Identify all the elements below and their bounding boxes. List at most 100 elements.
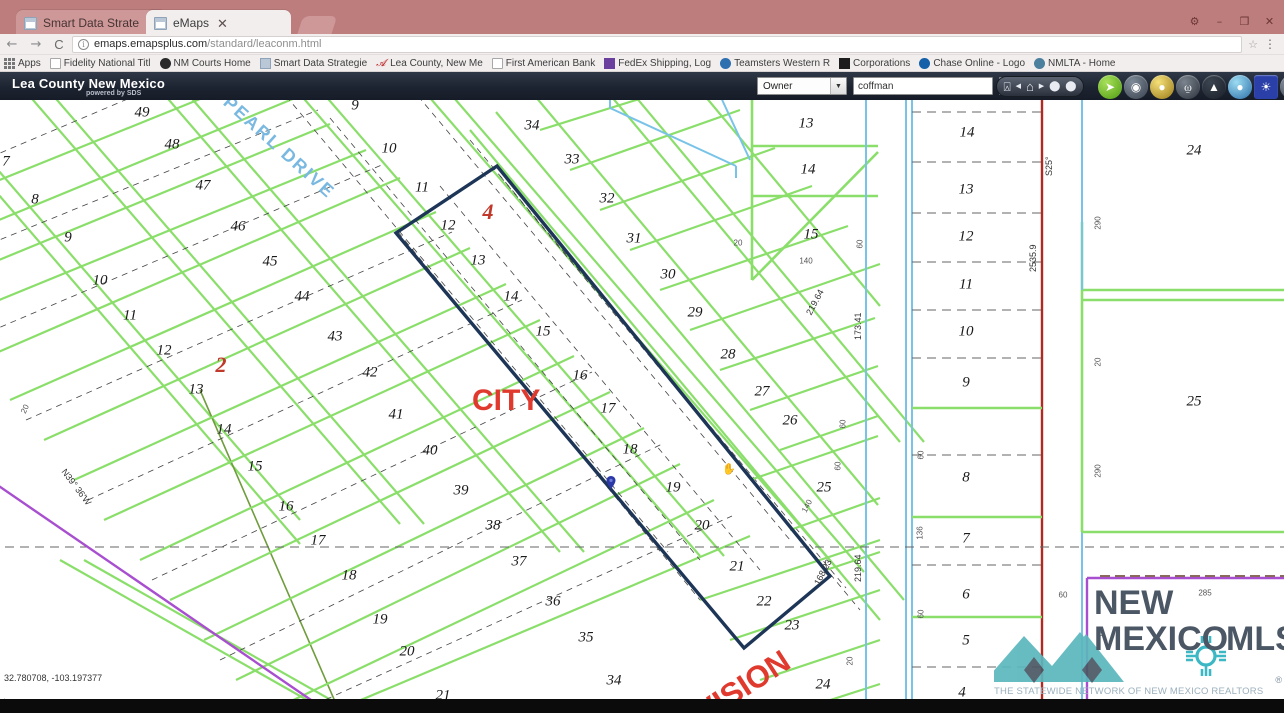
watermark-mexico: MEXICO	[1094, 620, 1229, 658]
lot-number: 9	[64, 229, 72, 246]
lot-number: 10	[958, 323, 974, 340]
bookmark-smart-data-strategies[interactable]: Smart Data Strategie	[259, 57, 368, 69]
search-input[interactable]: coffman	[853, 77, 993, 95]
tips-bulb-icon[interactable]: ☀	[1254, 75, 1278, 99]
dark-circle-icon	[159, 57, 171, 69]
watermark-tagline: THE STATEWIDE NETWORK OF NEW MEXICO REAL…	[994, 686, 1264, 697]
globe-icon	[1034, 57, 1046, 69]
bookmark-nmlta-home[interactable]: NMLTA - Home	[1034, 57, 1115, 69]
lot-number: 5	[962, 632, 970, 649]
pan-cursor-icon[interactable]: ➤	[1098, 75, 1122, 99]
home-extent-icon[interactable]: ⌂	[1026, 80, 1034, 93]
google-earth-icon[interactable]: ●	[1228, 75, 1252, 99]
forward-button[interactable]: →	[24, 37, 48, 52]
dimension-label: 290	[1093, 216, 1103, 230]
lot-number: 14	[503, 288, 519, 305]
watermark-new: NEW	[1094, 584, 1174, 622]
bookmark-lea-county-new-mexico[interactable]: 𝓐 Lea County, New Me	[376, 58, 483, 69]
close-icon[interactable]: ✕	[217, 17, 228, 30]
next-extent-icon[interactable]: ▶	[1039, 83, 1044, 90]
dimension-label: 20	[733, 238, 743, 248]
lot-number: 20	[399, 643, 415, 660]
maximize-button[interactable]: ❐	[1232, 11, 1257, 31]
coordinate-readout: 32.780708, -103.197377	[4, 673, 103, 683]
lot-number: 23	[784, 617, 800, 634]
bookmark-label: Lea County, New Me	[390, 57, 483, 69]
account-icon[interactable]: ⚙	[1182, 11, 1207, 31]
print-icon[interactable]: ⍹	[1176, 75, 1200, 99]
bookmark-label: Apps	[18, 57, 41, 69]
lot-number: 15	[247, 458, 263, 475]
bookmark-apps[interactable]: Apps	[4, 57, 41, 69]
location-pin-icon[interactable]	[606, 476, 616, 489]
dimension-label: 60	[916, 450, 926, 460]
bookmark-teamsters-western[interactable]: Teamsters Western R	[720, 57, 831, 69]
map-label-city: CITY	[472, 384, 541, 417]
identify-select-icon[interactable]: ⍓	[1003, 81, 1010, 93]
bookmark-fedex-shipping[interactable]: FedEx Shipping, Log	[604, 57, 711, 69]
dimension-label: 20	[1093, 357, 1103, 367]
tab-label: Smart Data Strategies -	[43, 16, 140, 30]
bookmark-first-american-bank[interactable]: First American Bank	[491, 57, 595, 69]
lot-number: 7	[962, 530, 970, 547]
search-type-value: Owner	[763, 80, 793, 92]
lot-number: 11	[959, 276, 973, 293]
bookmark-label: Fidelity National Titl	[63, 57, 151, 69]
measure-tape-icon[interactable]: ●	[1150, 75, 1174, 99]
chevron-down-icon[interactable]: ▼	[830, 78, 846, 94]
browser-titlebar: Smart Data Strategies - ✕ eMaps ✕ ⚙ – ❐ …	[0, 0, 1284, 36]
zoom-in-icon[interactable]: ⬤	[1049, 81, 1060, 92]
page-icon	[49, 57, 61, 69]
reload-button[interactable]: C	[48, 37, 70, 52]
lot-number: 30	[660, 266, 676, 283]
bookmark-label: Chase Online - Logo	[933, 57, 1026, 69]
zoom-out-icon[interactable]: ⬤	[1065, 81, 1076, 92]
search-type-select[interactable]: Owner ▼	[757, 77, 847, 95]
dimension-label: 60	[833, 461, 843, 471]
streetview-person-icon[interactable]: ▲	[1202, 75, 1226, 99]
bearing-label: S25°	[1044, 156, 1054, 176]
parcel-lines-13-15-block	[750, 78, 879, 281]
prev-extent-icon[interactable]: ◀	[1016, 83, 1021, 90]
back-button[interactable]: ←	[0, 37, 24, 52]
bookmark-label: Teamsters Western R	[734, 57, 831, 69]
minimize-button[interactable]: –	[1207, 11, 1232, 31]
bookmark-label: Corporations	[853, 57, 911, 69]
site-info-icon[interactable]: i	[78, 38, 89, 50]
bookmark-chase-online[interactable]: Chase Online - Logo	[919, 57, 1026, 69]
tab-favicon	[154, 16, 167, 30]
map-canvas[interactable]: .g { stroke:#8ade6a; stroke-width:2.2; f…	[0, 72, 1284, 699]
url-host: emaps.emapsplus.com	[94, 38, 208, 50]
dimension-label: 20	[845, 656, 855, 666]
address-bar[interactable]: i emaps.emapsplus.com/standard/leaconm.h…	[72, 35, 1243, 53]
search-controls: Owner ▼ coffman Go	[757, 77, 1026, 95]
bookmark-star-icon[interactable]: ☆	[1248, 38, 1258, 51]
lot-number: 13	[188, 381, 204, 398]
lot-number: 12	[958, 228, 974, 245]
help-icon[interactable]: ?	[1280, 75, 1284, 99]
bookmark-corporations[interactable]: Corporations	[839, 57, 911, 69]
tab-emaps[interactable]: eMaps ✕	[146, 10, 291, 36]
bookmark-fidelity-national-title[interactable]: Fidelity National Titl	[49, 57, 151, 69]
lot-number: 40	[422, 442, 438, 459]
lot-number: 27	[754, 383, 770, 400]
hand-cursor-icon: ✋	[722, 463, 736, 476]
bearing-label: 173.41	[853, 312, 863, 340]
lot-number: 42	[362, 364, 378, 381]
dimension-label: 60	[855, 239, 865, 249]
lot-number: 38	[485, 517, 501, 534]
dimension-label: 60	[838, 419, 848, 429]
lot-number: 32	[599, 190, 615, 207]
tab-label: eMaps	[173, 16, 210, 30]
close-window-button[interactable]: ✕	[1257, 11, 1282, 31]
bookmark-nm-courts-home[interactable]: NM Courts Home	[159, 57, 251, 69]
lot-number: 15	[535, 323, 551, 340]
tab-smart-data-strategies[interactable]: Smart Data Strategies - ✕	[16, 10, 166, 36]
lot-number: 18	[341, 567, 357, 584]
layers-globe-icon[interactable]: ◉	[1124, 75, 1148, 99]
new-tab-button[interactable]	[296, 16, 338, 36]
bookmark-label: Smart Data Strategie	[273, 57, 368, 69]
lot-number: 16	[278, 498, 294, 515]
lot-number: 17	[310, 532, 326, 549]
browser-menu-icon[interactable]: ⋮	[1264, 37, 1276, 51]
